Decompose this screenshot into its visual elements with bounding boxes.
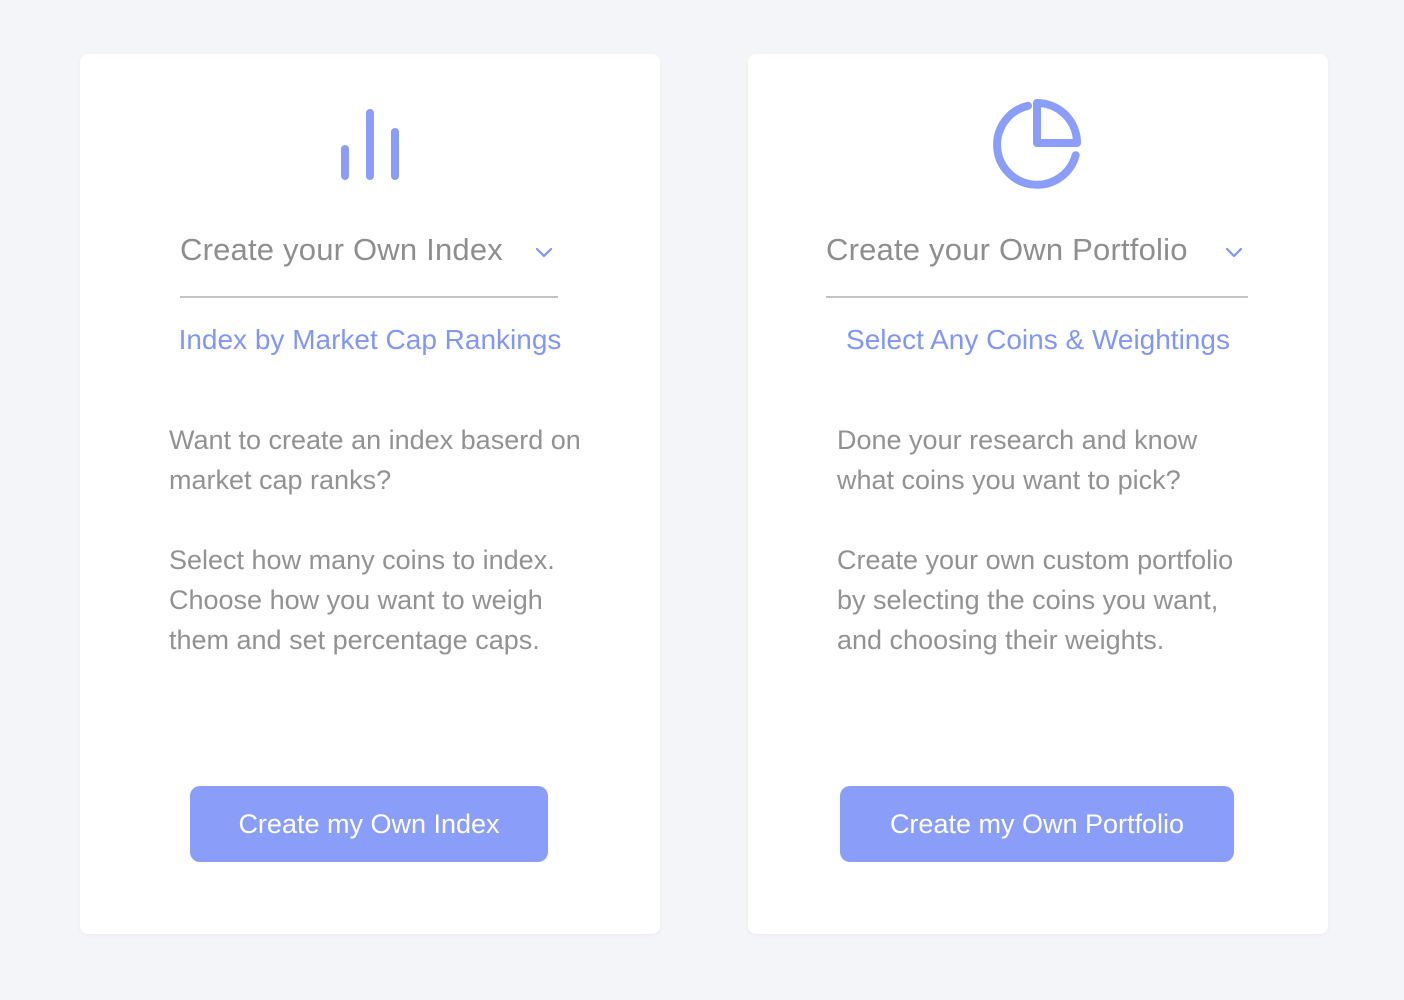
bar-chart-icon	[80, 96, 660, 192]
index-type-dropdown-label: Create your Own Index	[180, 232, 503, 267]
index-description: Want to create an index baserd on market…	[169, 420, 589, 700]
index-type-dropdown[interactable]: Create your Own Index	[180, 224, 558, 298]
portfolio-description-paragraph: Done your research and know what coins y…	[837, 425, 1198, 495]
chevron-down-icon	[535, 247, 553, 258]
portfolio-card: Create your Own Portfolio Select Any Coi…	[748, 54, 1328, 934]
portfolio-type-dropdown-label: Create your Own Portfolio	[826, 232, 1188, 267]
portfolio-description: Done your research and know what coins y…	[837, 420, 1257, 700]
portfolio-type-dropdown[interactable]: Create your Own Portfolio	[826, 224, 1248, 298]
index-subtitle: Index by Market Cap Rankings	[178, 324, 562, 355]
portfolio-subtitle: Select Any Coins & Weightings	[846, 324, 1230, 355]
create-portfolio-button[interactable]: Create my Own Portfolio	[840, 786, 1234, 862]
index-description-paragraph: Want to create an index baserd on market…	[169, 425, 581, 495]
index-description-paragraph: Select how many coins to index. Choose h…	[169, 545, 555, 655]
index-card: Create your Own Index Index by Market Ca…	[80, 54, 660, 934]
chevron-down-icon	[1225, 247, 1243, 258]
pie-chart-icon	[748, 96, 1328, 192]
create-index-button[interactable]: Create my Own Index	[190, 786, 548, 862]
portfolio-description-paragraph: Create your own custom portfolio by sele…	[837, 545, 1234, 655]
